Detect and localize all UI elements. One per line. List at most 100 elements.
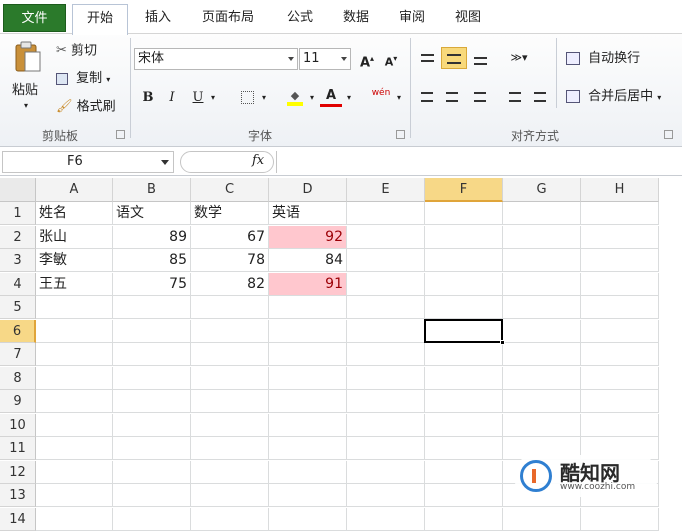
align-right-button[interactable]: [469, 86, 491, 108]
cell-f13[interactable]: [425, 484, 503, 507]
alignment-launcher-icon[interactable]: [664, 130, 673, 139]
wrap-text-button[interactable]: 自动换行: [566, 48, 640, 70]
cell-e12[interactable]: [347, 460, 425, 484]
cell-c2[interactable]: 67: [191, 225, 269, 249]
row-header-8[interactable]: 8: [0, 366, 36, 390]
cell-e13[interactable]: [347, 484, 425, 507]
align-top-button[interactable]: [416, 47, 438, 69]
cell-f14[interactable]: [425, 507, 503, 531]
cell-c9[interactable]: [191, 390, 269, 413]
cell-h7[interactable]: [581, 343, 659, 366]
align-bottom-button[interactable]: [469, 47, 491, 69]
cell-f12[interactable]: [425, 460, 503, 484]
cell-b9[interactable]: [113, 390, 191, 413]
cell-d14[interactable]: [269, 507, 347, 531]
cell-f1[interactable]: [425, 202, 503, 225]
row-header-2[interactable]: 2: [0, 225, 36, 249]
column-header-f[interactable]: F: [425, 178, 503, 202]
align-left-button[interactable]: [416, 86, 438, 108]
name-box[interactable]: F6: [2, 151, 174, 173]
cell-h14[interactable]: [581, 507, 659, 531]
italic-button[interactable]: I: [161, 87, 183, 109]
cell-d12[interactable]: [269, 460, 347, 484]
cell-d2[interactable]: 92: [269, 225, 347, 249]
cell-e14[interactable]: [347, 507, 425, 531]
font-color-dropdown-icon[interactable]: ▾: [343, 87, 355, 109]
cell-g10[interactable]: [503, 413, 581, 437]
cell-h9[interactable]: [581, 390, 659, 413]
phonetic-button[interactable]: wén: [368, 87, 394, 109]
tab-file[interactable]: 文件: [3, 4, 66, 32]
active-cell-selection[interactable]: [424, 318, 505, 345]
cell-d13[interactable]: [269, 484, 347, 507]
cell-b3[interactable]: 85: [113, 249, 191, 272]
format-painter-button[interactable]: 🖌 格式刷: [56, 96, 116, 118]
cell-g7[interactable]: [503, 343, 581, 366]
cell-c13[interactable]: [191, 484, 269, 507]
cell-a5[interactable]: [36, 296, 113, 319]
clipboard-launcher-icon[interactable]: [116, 130, 125, 139]
cell-c3[interactable]: 78: [191, 249, 269, 272]
merge-center-button[interactable]: 合并后居中 ▾: [566, 86, 661, 108]
cell-c6[interactable]: [191, 319, 269, 343]
cell-a9[interactable]: [36, 390, 113, 413]
cell-f7[interactable]: [425, 343, 503, 366]
row-header-4[interactable]: 4: [0, 272, 36, 296]
column-header-d[interactable]: D: [269, 178, 347, 202]
border-button[interactable]: [236, 87, 258, 109]
font-family-select[interactable]: 宋体: [134, 48, 298, 70]
cell-b2[interactable]: 89: [113, 225, 191, 249]
row-header-13[interactable]: 13: [0, 484, 36, 507]
cell-b11[interactable]: [113, 437, 191, 460]
column-header-b[interactable]: B: [113, 178, 191, 202]
cut-button[interactable]: ✂ 剪切: [56, 40, 97, 62]
bold-button[interactable]: B: [137, 87, 159, 109]
cell-f4[interactable]: [425, 272, 503, 296]
cell-a10[interactable]: [36, 413, 113, 437]
cell-d1[interactable]: 英语: [269, 202, 347, 225]
row-header-11[interactable]: 11: [0, 437, 36, 460]
cell-h8[interactable]: [581, 366, 659, 390]
cell-c14[interactable]: [191, 507, 269, 531]
cell-e7[interactable]: [347, 343, 425, 366]
formula-input[interactable]: [276, 151, 682, 173]
cell-d8[interactable]: [269, 366, 347, 390]
tab-review[interactable]: 审阅: [392, 7, 432, 29]
cell-g3[interactable]: [503, 249, 581, 272]
column-header-e[interactable]: E: [347, 178, 425, 202]
cell-a11[interactable]: [36, 437, 113, 460]
grow-font-button[interactable]: A▴: [356, 48, 378, 70]
tab-data[interactable]: 数据: [336, 7, 376, 29]
cell-a4[interactable]: 王五: [36, 272, 113, 296]
font-size-select[interactable]: 11: [299, 48, 351, 70]
font-launcher-icon[interactable]: [396, 130, 405, 139]
cell-f3[interactable]: [425, 249, 503, 272]
align-center-button[interactable]: [441, 86, 463, 108]
tab-formulas[interactable]: 公式: [280, 7, 320, 29]
orientation-button[interactable]: ≫▾: [504, 47, 534, 69]
cell-d10[interactable]: [269, 413, 347, 437]
cell-f11[interactable]: [425, 437, 503, 460]
tab-insert[interactable]: 插入: [138, 7, 178, 29]
fill-color-button[interactable]: ◆: [284, 87, 306, 109]
cell-c12[interactable]: [191, 460, 269, 484]
cell-g5[interactable]: [503, 296, 581, 319]
cell-a1[interactable]: 姓名: [36, 202, 113, 225]
cell-g6[interactable]: [503, 319, 581, 343]
cell-e3[interactable]: [347, 249, 425, 272]
cell-b7[interactable]: [113, 343, 191, 366]
cell-h5[interactable]: [581, 296, 659, 319]
cell-a3[interactable]: 李敏: [36, 249, 113, 272]
cell-f5[interactable]: [425, 296, 503, 319]
cell-f10[interactable]: [425, 413, 503, 437]
tab-view[interactable]: 视图: [448, 7, 488, 29]
align-middle-button[interactable]: [441, 47, 467, 69]
fill-handle[interactable]: [500, 340, 505, 345]
cell-h4[interactable]: [581, 272, 659, 296]
cell-c1[interactable]: 数学: [191, 202, 269, 225]
shrink-font-button[interactable]: A▾: [380, 48, 402, 70]
underline-button[interactable]: U: [187, 87, 209, 109]
cell-a7[interactable]: [36, 343, 113, 366]
cell-f2[interactable]: [425, 225, 503, 249]
cell-f9[interactable]: [425, 390, 503, 413]
